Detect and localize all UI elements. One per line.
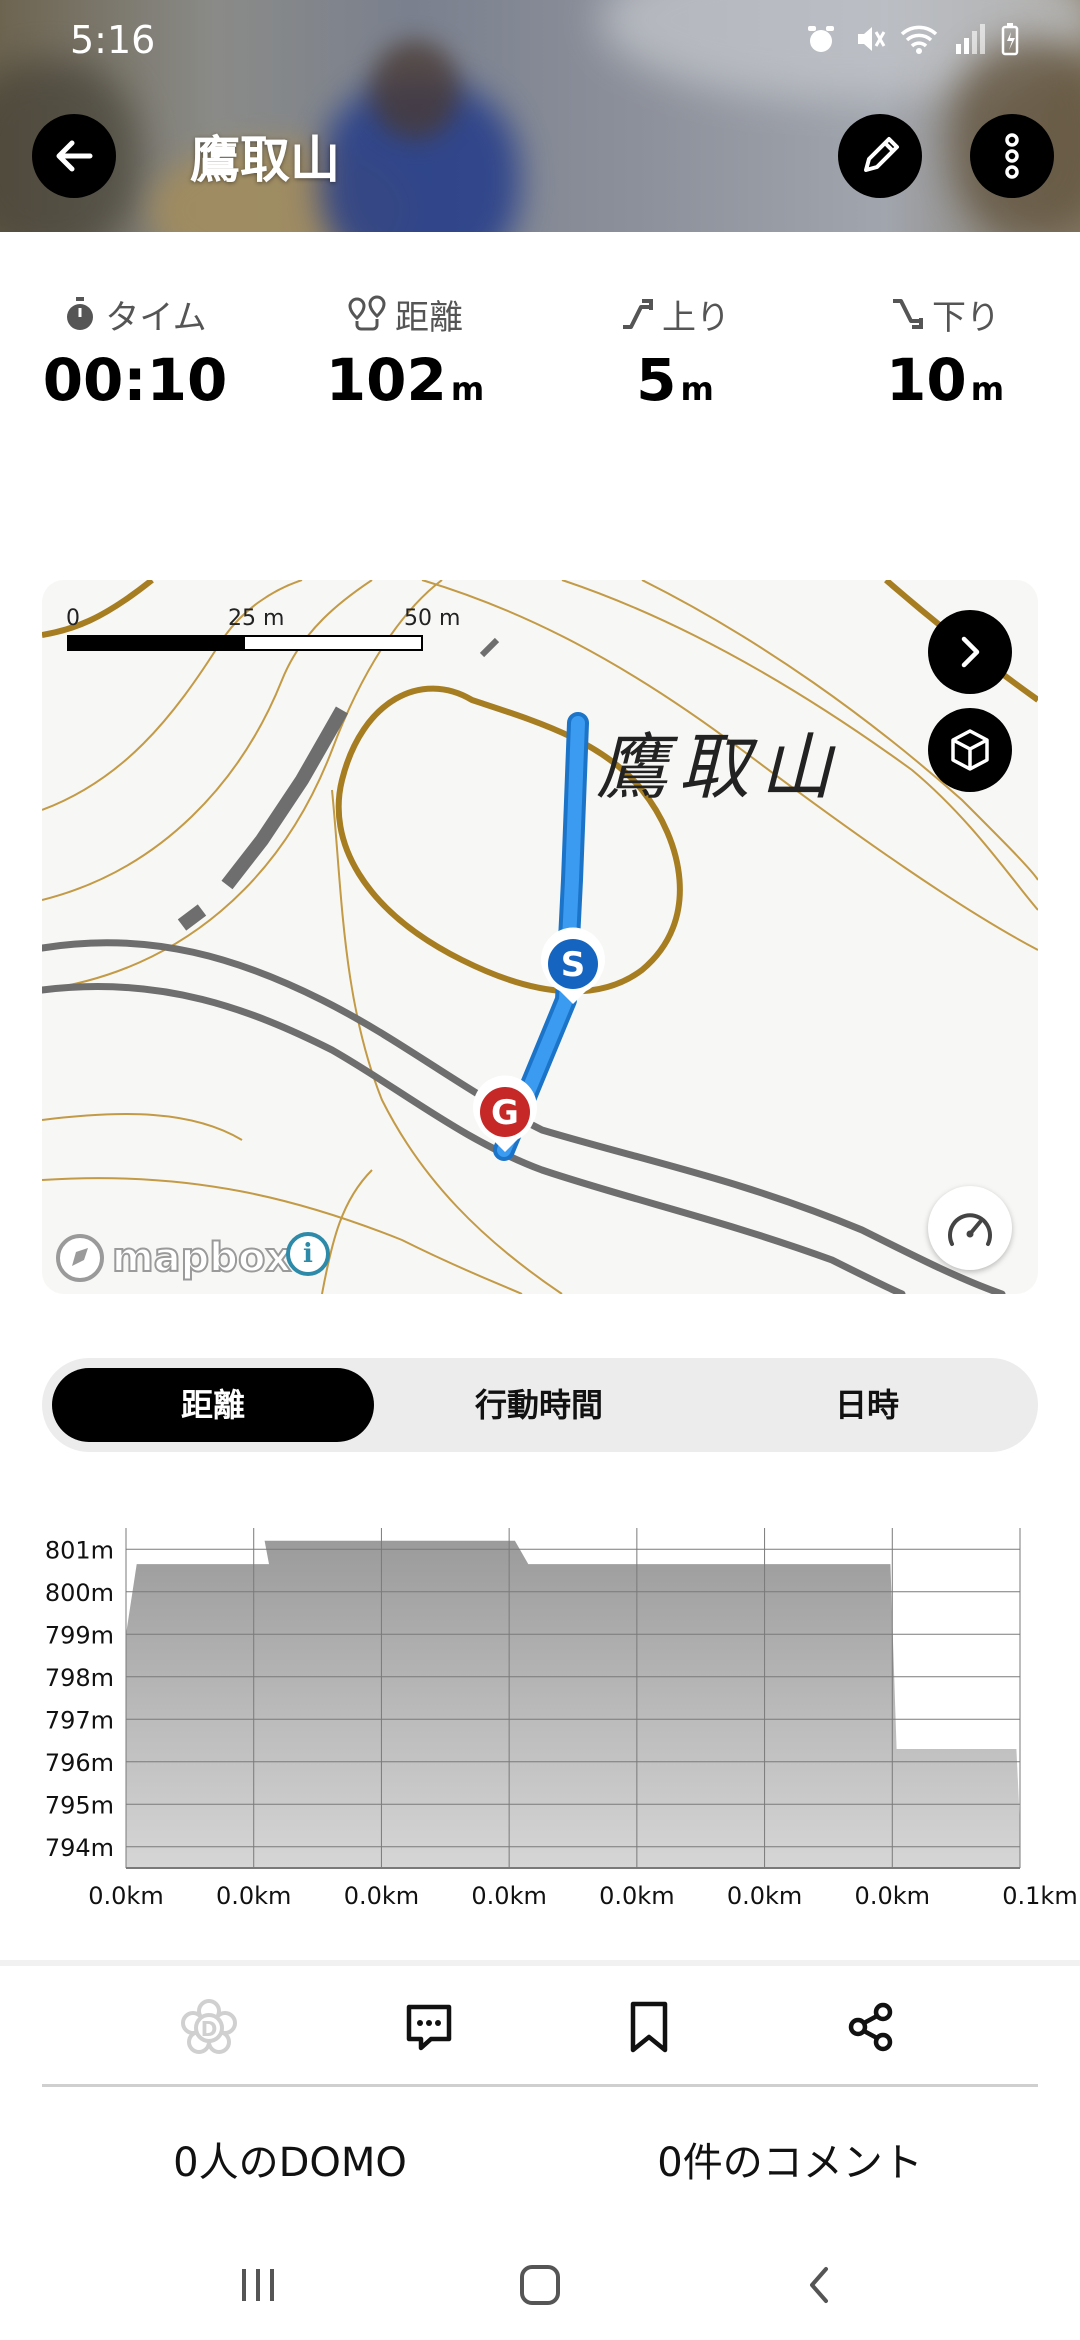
stopwatch-icon <box>67 297 94 330</box>
action-bar: D <box>0 1966 1080 2086</box>
map-info-icon[interactable]: i <box>286 1232 330 1276</box>
descent-icon <box>893 299 923 329</box>
chart-x-tick-label: 0.0km <box>727 1882 802 1910</box>
chart-axis-toggle: 距離 行動時間 日時 <box>42 1358 1038 1452</box>
chart-y-tick-label: 795m <box>45 1791 114 1819</box>
domo-count[interactable]: 0人のDOMO <box>20 2130 560 2188</box>
stat-ascent-unit: m <box>680 370 714 408</box>
edit-button[interactable] <box>838 114 922 198</box>
bookmark-button[interactable] <box>614 1992 684 2062</box>
chevron-left-icon <box>810 2267 828 2303</box>
stat-descent-value: 10 <box>885 346 967 414</box>
comment-count[interactable]: 0件のコメント <box>520 2130 1060 2188</box>
chart-x-tick-label: 0.0km <box>471 1882 546 1910</box>
elevation-chart-svg: 801m 800m 799m 798m 797m 796m 795m 794m 0.0km 0.0… <box>45 1528 1078 1910</box>
speedometer-icon <box>948 1213 992 1246</box>
route-pin-icon <box>348 295 386 331</box>
map-speed-button[interactable] <box>928 1186 1012 1270</box>
stat-ascent-value: 5 <box>636 346 677 414</box>
chart-x-tick-label: 0.0km <box>855 1882 930 1910</box>
stat-time-value: 00:10 <box>42 346 228 414</box>
stat-distance-unit: m <box>450 370 485 408</box>
share-icon <box>848 2002 893 2052</box>
domo-flower-icon: D <box>181 1999 237 2054</box>
chart-y-tick-label: 801m <box>45 1536 114 1564</box>
chart-y-tick-label: 799m <box>45 1621 114 1649</box>
header-photo: 5:16 鷹取山 <box>0 0 1080 232</box>
chevron-right-icon <box>961 636 980 668</box>
system-nav-bar <box>0 2230 1080 2340</box>
chart-y-tick-label: 798m <box>45 1664 114 1692</box>
chart-y-tick-label: 794m <box>45 1834 114 1862</box>
stat-descent-unit: m <box>970 370 1005 408</box>
stat-distance-label: 距離 <box>395 297 463 338</box>
chart-x-tick-label: 0.0km <box>216 1882 291 1910</box>
chart-x-tick-label: 0.1km <box>1002 1882 1077 1910</box>
alarm-icon <box>808 26 834 52</box>
goal-marker-label: G <box>491 1093 519 1133</box>
map-place-label: 鷹取山 <box>596 725 843 809</box>
cube-icon <box>951 729 989 771</box>
scale-zero: 0 <box>66 606 80 631</box>
chart-y-tick-label: 797m <box>45 1706 114 1734</box>
stat-descent: 下り 10 m <box>810 290 1080 415</box>
bookmark-icon <box>630 2001 668 2053</box>
mapbox-logo: mapbox <box>54 1232 292 1284</box>
chart-y-tick-label: 800m <box>45 1579 114 1607</box>
stat-descent-label: 下り <box>932 297 1000 338</box>
ascent-icon <box>623 299 653 329</box>
route-map[interactable]: S G 0 25 m 50 m 鷹取山 mapbox i <box>42 580 1038 1294</box>
share-button[interactable] <box>836 1992 906 2062</box>
battery-icon <box>1001 23 1019 56</box>
chart-x-tick-label: 0.0km <box>344 1882 419 1910</box>
status-time: 5:16 <box>70 18 156 62</box>
segment-moving-time[interactable]: 行動時間 <box>378 1368 700 1442</box>
map-canvas: S G <box>42 580 1038 1294</box>
more-vertical-icon <box>1005 133 1019 179</box>
stat-ascent: 上り 5m <box>540 290 810 414</box>
stat-time-label: タイム <box>105 297 207 338</box>
mapbox-mark-icon <box>56 1234 104 1282</box>
elevation-chart: 801m 800m 799m 798m 797m 796m 795m 794m 0.0km 0.0… <box>0 1510 1080 1930</box>
chart-y-tick-label: 796m <box>45 1749 114 1777</box>
scale-max: 50 m <box>404 606 461 631</box>
system-back-button[interactable] <box>780 2250 860 2320</box>
mute-icon <box>858 27 886 51</box>
recent-apps-button[interactable] <box>218 2250 298 2320</box>
page-title: 鷹取山 <box>190 131 340 189</box>
svg-text:D: D <box>201 2017 218 2041</box>
chart-x-tick-label: 0.0km <box>88 1882 163 1910</box>
stat-time: タイム 00:10 <box>0 290 270 414</box>
start-marker-label: S <box>561 945 586 985</box>
mapbox-attribution: mapbox <box>111 1234 292 1282</box>
map-next-button[interactable] <box>928 610 1012 694</box>
home-button[interactable] <box>500 2250 580 2320</box>
status-icons <box>804 22 1020 56</box>
arrow-left-icon <box>56 140 93 172</box>
scale-mid: 25 m <box>228 606 285 631</box>
pencil-icon <box>864 137 899 172</box>
domo-button[interactable]: D <box>174 1992 244 2062</box>
signal-icon <box>956 24 985 54</box>
stat-ascent-label: 上り <box>662 297 730 338</box>
wifi-icon <box>900 25 938 54</box>
activity-stats: タイム 00:10 距離 102 m 上り 5m 下り 10 m <box>0 290 1080 430</box>
back-button[interactable] <box>32 114 116 198</box>
chart-x-tick-label: 0.0km <box>599 1882 674 1910</box>
more-options-button[interactable] <box>970 114 1054 198</box>
status-bar: 5:16 <box>0 0 1080 84</box>
comment-icon <box>406 2004 452 2051</box>
segment-distance[interactable]: 距離 <box>52 1368 374 1442</box>
recent-apps-icon <box>242 2269 274 2301</box>
stat-distance-value: 102 <box>325 346 447 414</box>
comment-button[interactable] <box>394 1992 464 2062</box>
stat-distance: 距離 102 m <box>270 290 540 414</box>
map-3d-button[interactable] <box>928 708 1012 792</box>
elevation-area <box>126 1540 1020 1868</box>
home-icon <box>520 2265 560 2305</box>
engagement-counts: 0人のDOMO 0件のコメント <box>0 2120 1080 2190</box>
segment-datetime[interactable]: 日時 <box>706 1368 1028 1442</box>
